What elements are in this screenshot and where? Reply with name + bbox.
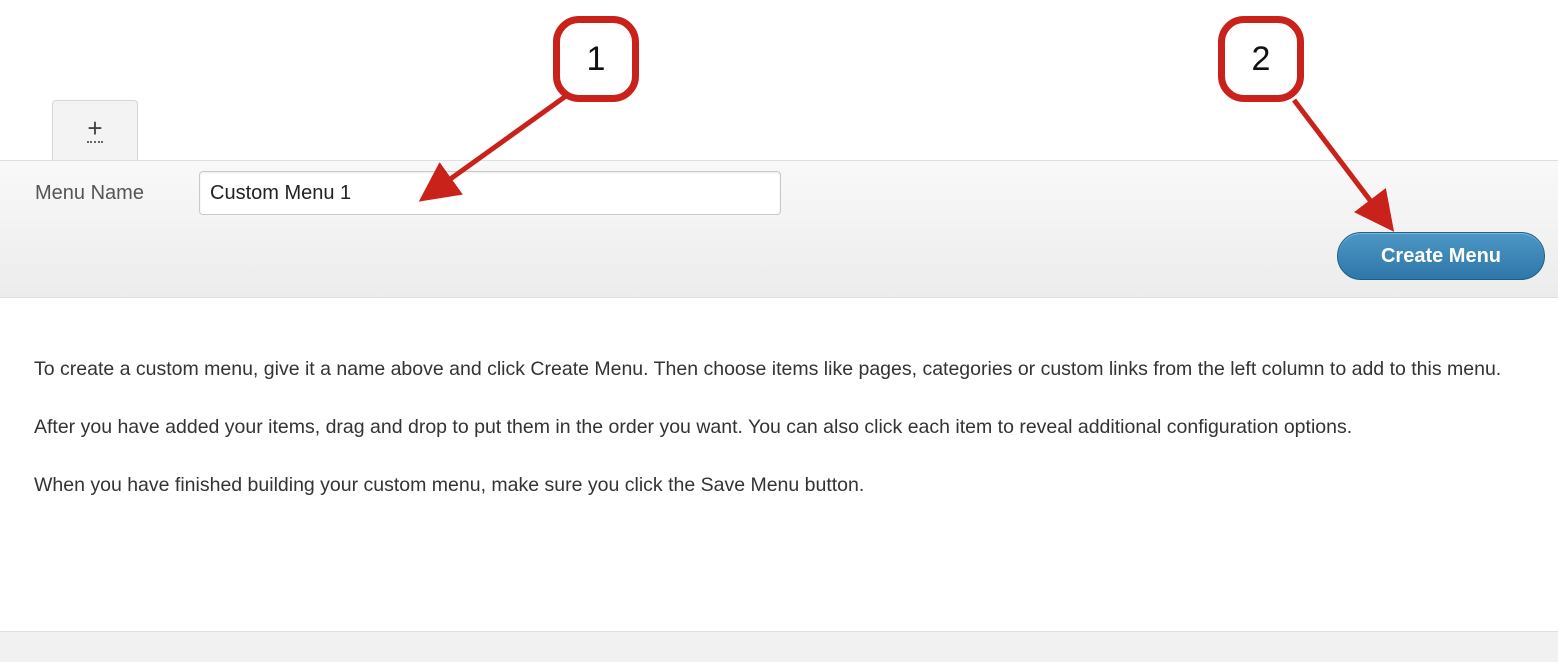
tab-add-menu[interactable]: + (52, 100, 138, 162)
instruction-paragraph-1: To create a custom menu, give it a name … (34, 358, 1502, 380)
callout-2: 2 (1218, 16, 1304, 102)
plus-icon: + (87, 113, 103, 143)
instruction-paragraph-3: When you have finished building your cus… (34, 474, 865, 496)
tab-dots-decoration (87, 141, 103, 143)
menu-name-label: Menu Name (35, 182, 144, 204)
annotation-arrows (418, 93, 1395, 232)
footer-bar (0, 631, 1558, 662)
instruction-paragraph-2: After you have added your items, drag an… (34, 416, 1353, 438)
callout-1: 1 (553, 16, 639, 102)
instructions: To create a custom menu, give it a name … (34, 352, 1534, 526)
create-menu-button[interactable]: Create Menu (1337, 232, 1545, 280)
menu-name-input[interactable] (199, 171, 781, 215)
